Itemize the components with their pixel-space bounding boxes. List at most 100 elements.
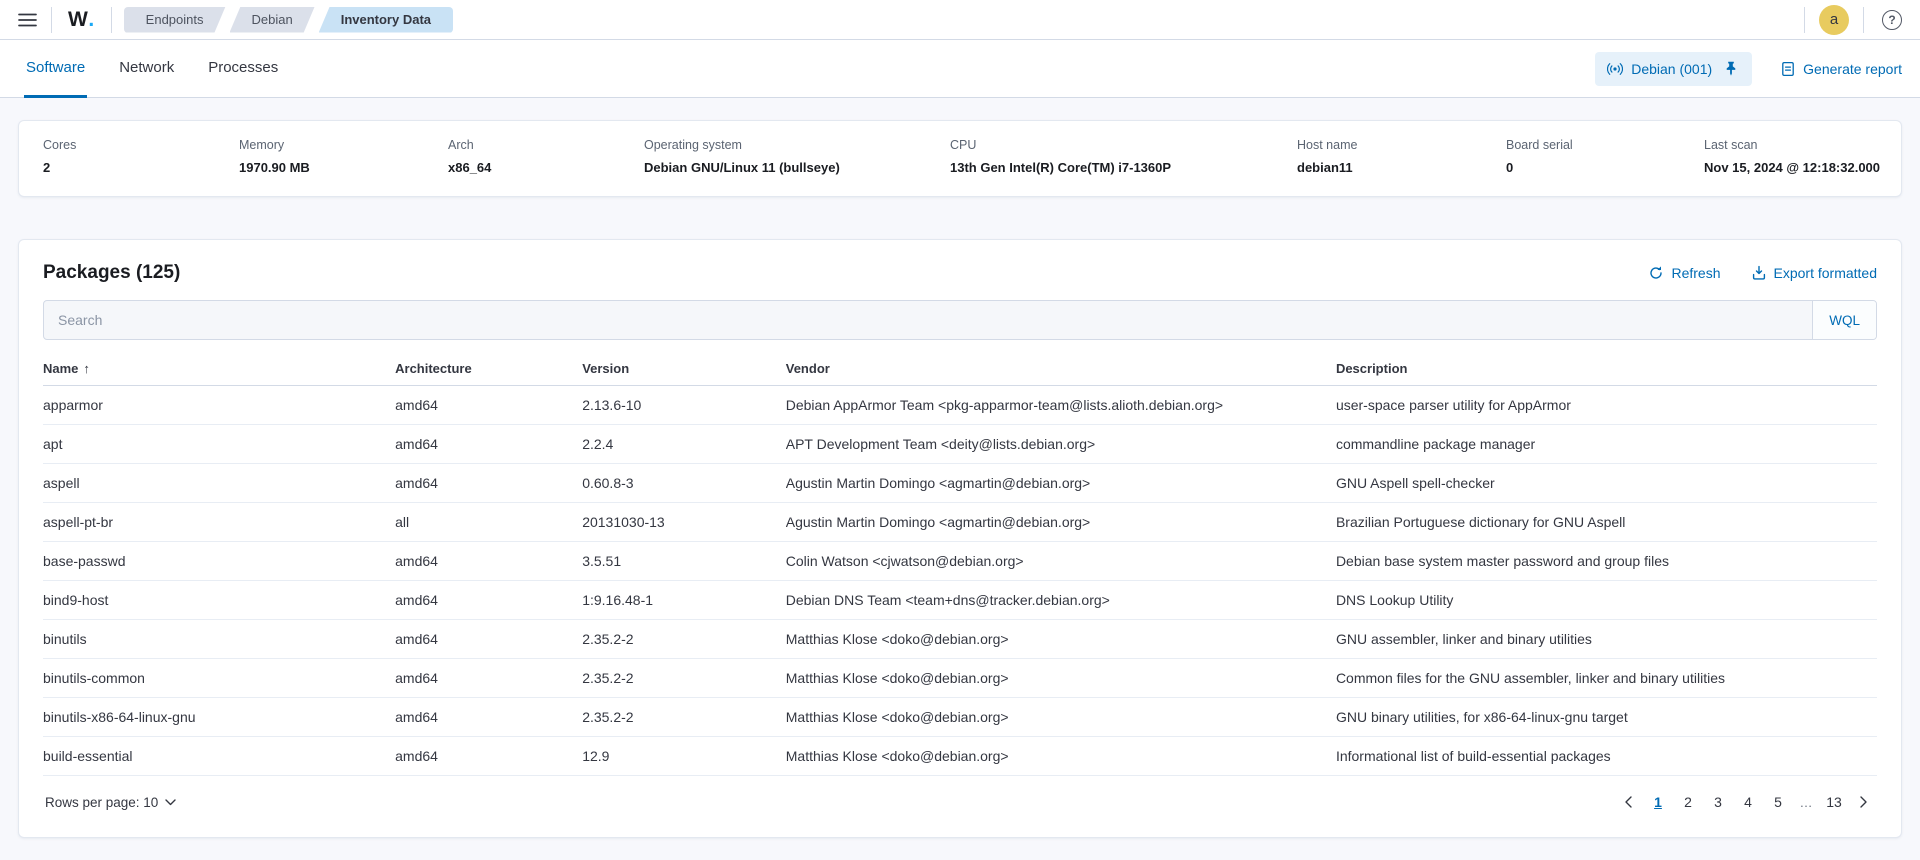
- cell-architecture: amd64: [395, 581, 582, 620]
- rows-per-page-button[interactable]: Rows per page: 10: [43, 791, 178, 814]
- cell-description: Informational list of build-essential pa…: [1336, 737, 1877, 776]
- chevron-left-icon: [1624, 796, 1632, 808]
- column-header-architecture[interactable]: Architecture: [395, 352, 582, 386]
- cell-vendor: Colin Watson <cjwatson@debian.org>: [786, 542, 1336, 581]
- cell-version: 12.9: [582, 737, 786, 776]
- cell-description: DNS Lookup Utility: [1336, 581, 1877, 620]
- table-row: apparmoramd642.13.6-10Debian AppArmor Te…: [43, 386, 1877, 425]
- refresh-label: Refresh: [1671, 265, 1720, 281]
- host-field-label: Arch: [448, 138, 632, 152]
- next-page-button[interactable]: [1851, 789, 1877, 815]
- search-input[interactable]: [44, 301, 1812, 339]
- cell-description: commandline package manager: [1336, 425, 1877, 464]
- cell-architecture: amd64: [395, 620, 582, 659]
- rows-per-page-label: Rows per page: 10: [45, 795, 158, 810]
- divider: [1804, 7, 1805, 33]
- cell-version: 3.5.51: [582, 542, 786, 581]
- cell-vendor: Matthias Klose <doko@debian.org>: [786, 698, 1336, 737]
- previous-page-button[interactable]: [1615, 789, 1641, 815]
- cell-name: binutils-x86-64-linux-gnu: [43, 698, 395, 737]
- column-header-name[interactable]: Name↑: [43, 352, 395, 386]
- pagination-page-5[interactable]: 5: [1765, 789, 1791, 815]
- cell-vendor: Matthias Klose <doko@debian.org>: [786, 737, 1336, 776]
- divider: [111, 7, 112, 33]
- refresh-icon: [1648, 265, 1664, 281]
- cell-name: binutils: [43, 620, 395, 659]
- refresh-button[interactable]: Refresh: [1648, 265, 1720, 281]
- cell-version: 2.35.2-2: [582, 698, 786, 737]
- tab-processes[interactable]: Processes: [206, 40, 280, 98]
- column-header-vendor[interactable]: Vendor: [786, 352, 1336, 386]
- pagination-page-2[interactable]: 2: [1675, 789, 1701, 815]
- table-row: binutils-commonamd642.35.2-2Matthias Klo…: [43, 659, 1877, 698]
- cell-name: apt: [43, 425, 395, 464]
- table-row: aspell-pt-brall20131030-13Agustin Martin…: [43, 503, 1877, 542]
- cell-version: 20131030-13: [582, 503, 786, 542]
- cell-version: 1:9.16.48-1: [582, 581, 786, 620]
- cell-name: build-essential: [43, 737, 395, 776]
- table-header-row: Name↑ArchitectureVersionVendorDescriptio…: [43, 352, 1877, 386]
- pagination-page-4[interactable]: 4: [1735, 789, 1761, 815]
- host-field-cpu: CPU13th Gen Intel(R) Core(TM) i7-1360P: [950, 138, 1297, 175]
- cell-vendor: Matthias Klose <doko@debian.org>: [786, 620, 1336, 659]
- pagination-page-13[interactable]: 13: [1821, 789, 1847, 815]
- export-formatted-button[interactable]: Export formatted: [1751, 265, 1878, 281]
- cell-description: GNU Aspell spell-checker: [1336, 464, 1877, 503]
- table-row: aspellamd640.60.8-3Agustin Martin Doming…: [43, 464, 1877, 503]
- antenna-icon: [1607, 61, 1623, 77]
- tab-software[interactable]: Software: [24, 40, 87, 98]
- export-formatted-label: Export formatted: [1774, 265, 1878, 281]
- host-field-value: debian11: [1297, 160, 1494, 175]
- pagination-page-1[interactable]: 1: [1645, 789, 1671, 815]
- host-field-label: Host name: [1297, 138, 1494, 152]
- breadcrumb-endpoints[interactable]: Endpoints: [124, 7, 226, 33]
- tabs: Software Network Processes: [24, 40, 280, 97]
- breadcrumb: EndpointsDebianInventory Data: [124, 7, 453, 33]
- cell-description: Debian base system master password and g…: [1336, 542, 1877, 581]
- host-field-value: 0: [1506, 160, 1692, 175]
- breadcrumb-debian[interactable]: Debian: [230, 7, 315, 33]
- top-header-bar: W. EndpointsDebianInventory Data a: [0, 0, 1920, 40]
- wazuh-logo[interactable]: W.: [62, 8, 101, 32]
- cell-version: 2.2.4: [582, 425, 786, 464]
- agent-chip-label[interactable]: Debian (001): [1631, 61, 1712, 77]
- host-field-value: Nov 15, 2024 @ 12:18:32.000: [1704, 160, 1880, 175]
- menu-button[interactable]: [14, 8, 41, 32]
- sort-ascending-icon: ↑: [83, 361, 90, 376]
- host-field-label: Operating system: [644, 138, 938, 152]
- pagination: 12345…13: [1615, 789, 1877, 815]
- tab-network[interactable]: Network: [117, 40, 176, 98]
- pin-button[interactable]: [1722, 59, 1740, 78]
- tabs-bar: Software Network Processes Debian (001) Ge…: [0, 40, 1920, 98]
- pagination-page-3[interactable]: 3: [1705, 789, 1731, 815]
- cell-vendor: APT Development Team <deity@lists.debian…: [786, 425, 1336, 464]
- cell-vendor: Agustin Martin Domingo <agmartin@debian.…: [786, 464, 1336, 503]
- cell-architecture: all: [395, 503, 582, 542]
- agent-chip[interactable]: Debian (001): [1595, 52, 1752, 86]
- generate-report-button[interactable]: Generate report: [1780, 61, 1902, 77]
- cell-name: apparmor: [43, 386, 395, 425]
- cell-version: 2.13.6-10: [582, 386, 786, 425]
- column-header-description[interactable]: Description: [1336, 352, 1877, 386]
- column-header-version[interactable]: Version: [582, 352, 786, 386]
- host-info-card: Cores2Memory1970.90 MBArchx86_64Operatin…: [18, 120, 1902, 197]
- host-field-value: x86_64: [448, 160, 632, 175]
- user-avatar[interactable]: a: [1819, 5, 1849, 35]
- cell-description: Common files for the GNU assembler, link…: [1336, 659, 1877, 698]
- cell-name: base-passwd: [43, 542, 395, 581]
- host-field-label: Board serial: [1506, 138, 1692, 152]
- packages-title: Packages (125): [43, 262, 180, 284]
- host-field-last-scan: Last scanNov 15, 2024 @ 12:18:32.000: [1704, 138, 1880, 175]
- cell-version: 2.35.2-2: [582, 620, 786, 659]
- host-field-arch: Arch x86_64: [448, 138, 644, 175]
- export-download-icon: [1751, 265, 1767, 281]
- cell-architecture: amd64: [395, 698, 582, 737]
- host-field-operating-system: Operating systemDebian GNU/Linux 11 (bul…: [644, 138, 950, 175]
- pagination-pages: 12345…13: [1645, 789, 1847, 815]
- host-field-label: CPU: [950, 138, 1285, 152]
- help-button[interactable]: [1874, 6, 1906, 34]
- logo-letter: W: [68, 8, 88, 32]
- wql-button[interactable]: WQL: [1812, 301, 1876, 339]
- table-row: binutils-x86-64-linux-gnuamd642.35.2-2Ma…: [43, 698, 1877, 737]
- host-field-cores: Cores2: [43, 138, 239, 175]
